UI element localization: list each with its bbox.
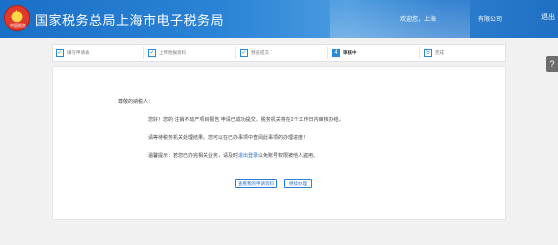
checkmark-icon: ✓ bbox=[148, 49, 156, 57]
continue-button[interactable]: 继续办理 bbox=[284, 179, 312, 188]
emblem-text: 中国税务 bbox=[10, 23, 26, 28]
star-icon: ★ bbox=[12, 9, 21, 20]
step-divider bbox=[327, 47, 328, 59]
site-title: 国家税务总局上海市电子税务局 bbox=[35, 13, 225, 28]
view-application-button[interactable]: 查看我的申请资料 bbox=[235, 179, 277, 188]
greeting: 尊敬的纳税人： bbox=[118, 99, 154, 105]
welcome-text: 欢迎您，上海 bbox=[400, 17, 437, 23]
step-number: 4 bbox=[332, 49, 340, 57]
tip-prefix: 温馨提示：若您已办完相关业务，请及时 bbox=[148, 153, 239, 159]
message-line-1: 您好！您的 注销不动产项目报告 申请已成功提交，税务机关将在2个工作日内审核办结… bbox=[148, 117, 344, 123]
message-card bbox=[52, 66, 506, 220]
progress-steps: ✓ 填写申请表 ✓ 上传附报资料 ✓ 预览提交 4 审核中 5 完成 bbox=[52, 44, 506, 62]
tip-suffix: 以免账号权限被他人盗用。 bbox=[258, 153, 319, 159]
step-label: 完成 bbox=[435, 50, 444, 55]
step-divider bbox=[235, 47, 236, 59]
step-divider bbox=[419, 47, 420, 59]
step-divider bbox=[143, 47, 144, 59]
step-label: 填写申请表 bbox=[67, 50, 90, 55]
step-label: 审核中 bbox=[343, 50, 357, 55]
message-line-2: 请等待税务机关处理结果。您可以在已办事项中查阅此事项的办理进度！ bbox=[148, 135, 309, 141]
step-number: 5 bbox=[424, 49, 432, 57]
tax-emblem-logo: ★ 中国税务 bbox=[4, 5, 30, 31]
top-header: ★ 中国税务 国家税务总局上海市电子税务局 欢迎您，上海 有限公司 退出 bbox=[0, 0, 558, 38]
message-line-3: 温馨提示：若您已办完相关业务，请及时退出登录以免账号权限被他人盗用。 bbox=[148, 152, 318, 159]
help-icon[interactable]: ? bbox=[546, 56, 558, 72]
logout-button[interactable]: 退出 bbox=[541, 12, 555, 22]
step-label: 预览提交 bbox=[251, 50, 269, 55]
checkmark-icon: ✓ bbox=[56, 49, 64, 57]
checkmark-icon: ✓ bbox=[240, 49, 248, 57]
logout-link[interactable]: 退出登录 bbox=[238, 153, 258, 159]
company-name: 有限公司 bbox=[478, 17, 503, 23]
step-label: 上传附报资料 bbox=[159, 50, 186, 55]
